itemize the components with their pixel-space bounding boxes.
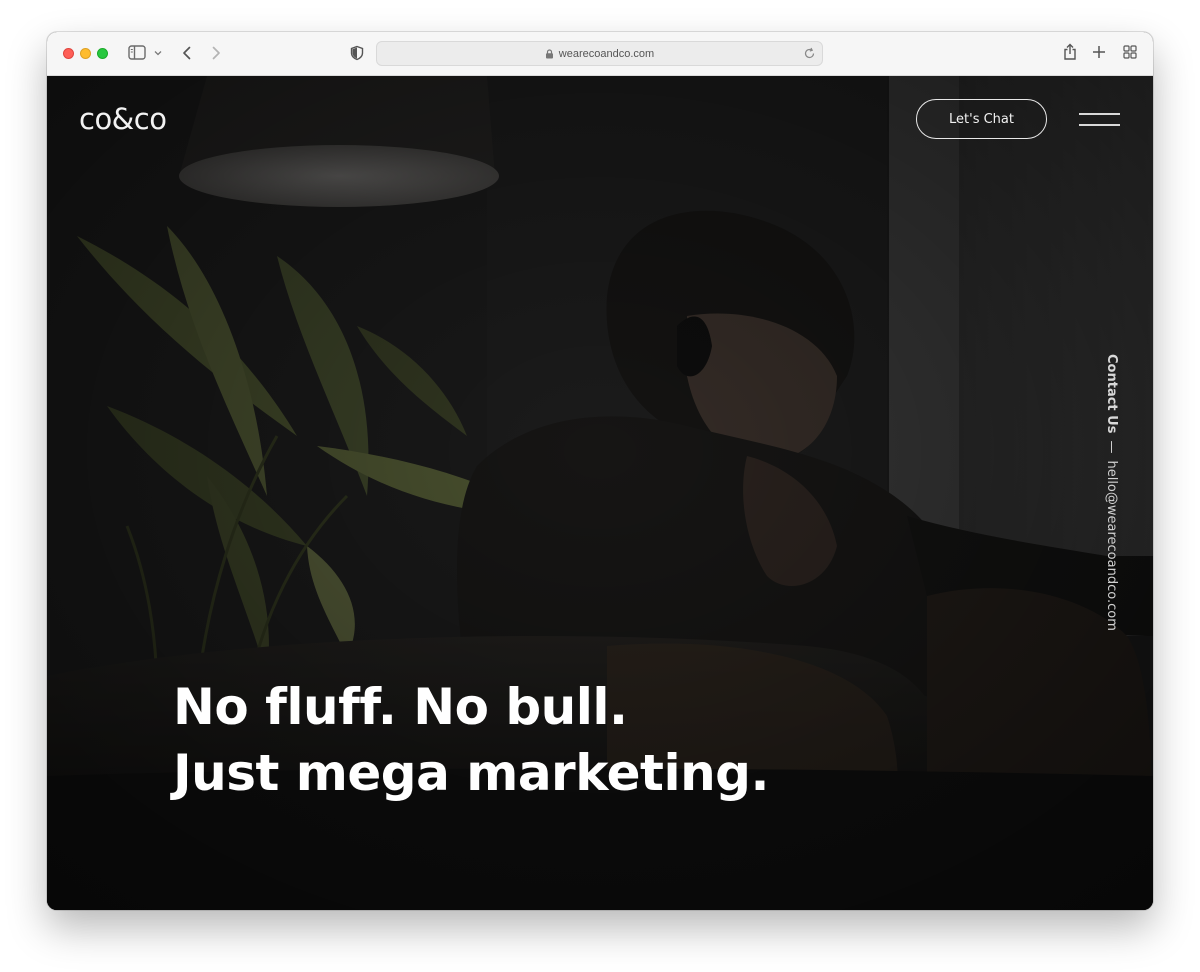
shield-icon[interactable] bbox=[349, 45, 365, 61]
zoom-window-button[interactable] bbox=[97, 48, 108, 59]
share-icon[interactable] bbox=[1062, 43, 1078, 61]
contact-sidebar: Contact Us — hello@wearecoandco.com bbox=[1099, 354, 1119, 654]
contact-email-link[interactable]: hello@wearecoandco.com bbox=[1104, 460, 1119, 630]
site-logo[interactable]: co&co bbox=[79, 102, 167, 136]
chevron-down-icon[interactable] bbox=[153, 48, 163, 58]
contact-dash: — bbox=[1104, 440, 1119, 454]
headline-line-1: No fluff. No bull. bbox=[173, 678, 628, 736]
page-viewport: co&co Let's Chat Contact Us — hello@wear… bbox=[47, 76, 1153, 910]
address-bar[interactable]: wearecoandco.com bbox=[376, 41, 823, 66]
lock-icon bbox=[545, 48, 554, 59]
url-text: wearecoandco.com bbox=[558, 47, 655, 60]
browser-toolbar: wearecoandco.com bbox=[47, 32, 1153, 76]
contact-us-label: Contact Us bbox=[1104, 354, 1119, 434]
reload-icon[interactable] bbox=[803, 47, 816, 60]
hamburger-menu-icon[interactable] bbox=[1079, 112, 1120, 128]
lets-chat-button[interactable]: Let's Chat bbox=[916, 99, 1047, 139]
hero-headline: No fluff. No bull. Just mega marketing. bbox=[173, 674, 769, 806]
headline-line-2: Just mega marketing. bbox=[173, 744, 769, 802]
sidebar-icon[interactable] bbox=[128, 45, 146, 60]
back-arrow-icon[interactable] bbox=[180, 45, 194, 61]
plus-icon[interactable] bbox=[1092, 45, 1106, 59]
minimize-window-button[interactable] bbox=[80, 48, 91, 59]
forward-arrow-icon[interactable] bbox=[209, 45, 223, 61]
tab-grid-icon[interactable] bbox=[1123, 45, 1137, 59]
close-window-button[interactable] bbox=[63, 48, 74, 59]
browser-window: wearecoandco.com co&co Let's Chat Contac… bbox=[47, 32, 1153, 910]
